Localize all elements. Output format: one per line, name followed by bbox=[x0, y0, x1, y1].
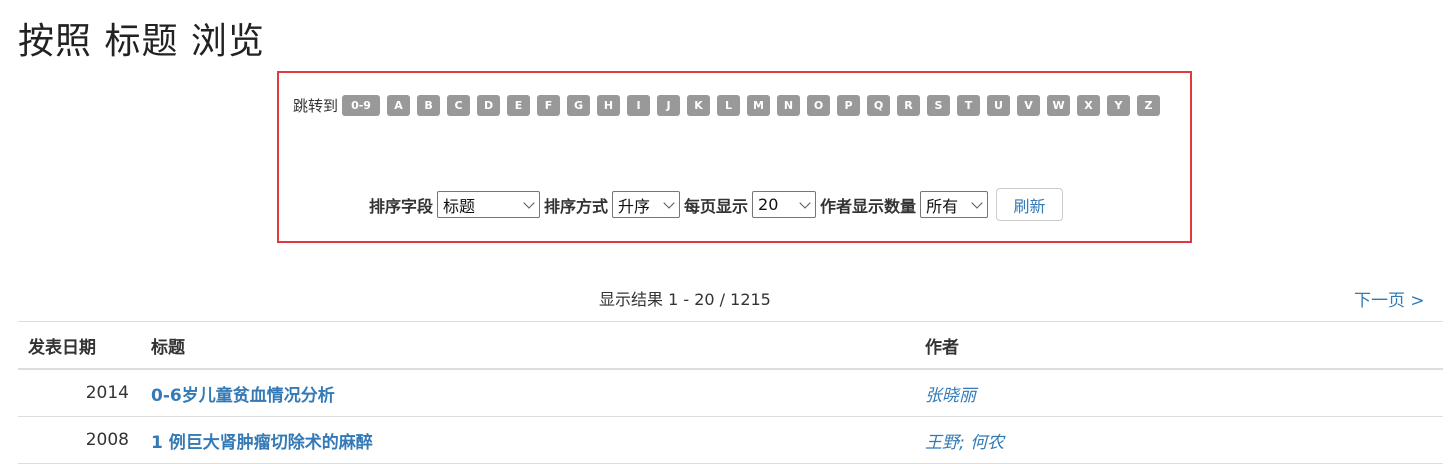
sort-order-value: 升序 bbox=[618, 196, 651, 216]
jump-letter-t[interactable]: T bbox=[957, 95, 981, 116]
per-page-label: 每页显示 bbox=[684, 196, 749, 216]
jump-letter-a[interactable]: A bbox=[387, 95, 411, 116]
jump-letter-0-9[interactable]: 0-9 bbox=[342, 95, 381, 116]
browse-controls-panel: 跳转到 0-9 A B C D E F G H I J K L M N O P … bbox=[277, 71, 1192, 243]
jump-letter-m[interactable]: M bbox=[747, 95, 771, 116]
jump-letter-c[interactable]: C bbox=[447, 95, 471, 116]
jump-letter-d[interactable]: D bbox=[477, 95, 501, 116]
result-count: 显示结果 1 - 20 / 1215 bbox=[599, 290, 771, 309]
jump-letter-r[interactable]: R bbox=[897, 95, 921, 116]
chevron-down-icon bbox=[523, 196, 535, 209]
table-header-row: 发表日期 标题 作者 bbox=[18, 321, 1443, 370]
row-authors[interactable]: 张晓丽 bbox=[925, 369, 1443, 417]
sort-field-value: 标题 bbox=[443, 196, 476, 216]
chevron-down-icon bbox=[663, 196, 675, 209]
jump-letter-p[interactable]: P bbox=[837, 95, 861, 116]
jump-letter-e[interactable]: E bbox=[507, 95, 531, 116]
jump-letter-l[interactable]: L bbox=[717, 95, 741, 116]
chevron-down-icon bbox=[799, 196, 811, 209]
per-page-select[interactable]: 20 bbox=[752, 191, 817, 218]
sort-order-label: 排序方式 bbox=[544, 196, 609, 216]
results-table: 发表日期 标题 作者 2014 0-6岁儿童贫血情况分析 张晓丽 2008 1 … bbox=[18, 321, 1443, 464]
author-count-select[interactable]: 所有 bbox=[920, 191, 989, 218]
jump-letter-g[interactable]: G bbox=[567, 95, 591, 116]
jump-letter-u[interactable]: U bbox=[987, 95, 1011, 116]
sort-order-select[interactable]: 升序 bbox=[612, 191, 681, 218]
sort-field-select[interactable]: 标题 bbox=[437, 191, 541, 218]
per-page-value: 20 bbox=[758, 195, 779, 214]
row-authors[interactable]: 王野; 何农 bbox=[925, 416, 1443, 464]
row-date: 2008 bbox=[18, 416, 151, 464]
jump-letter-w[interactable]: W bbox=[1047, 95, 1071, 116]
row-date: 2014 bbox=[18, 369, 151, 417]
column-header-authors[interactable]: 作者 bbox=[925, 321, 1443, 370]
jump-to-label: 跳转到 bbox=[293, 97, 339, 115]
author-count-value: 所有 bbox=[926, 196, 959, 216]
chevron-down-icon bbox=[971, 196, 983, 209]
jump-letter-s[interactable]: S bbox=[927, 95, 951, 116]
jump-letter-i[interactable]: I bbox=[627, 95, 651, 116]
jump-letter-k[interactable]: K bbox=[687, 95, 711, 116]
column-header-date[interactable]: 发表日期 bbox=[18, 321, 151, 370]
jump-letter-n[interactable]: N bbox=[777, 95, 801, 116]
sort-options-row: 排序字段 标题 排序方式 升序 每页显示 20 作者显示数量 所有 刷新 bbox=[369, 188, 1064, 221]
sort-field-label: 排序字段 bbox=[369, 196, 434, 216]
jump-letter-q[interactable]: Q bbox=[867, 95, 891, 116]
jump-letter-j[interactable]: J bbox=[657, 95, 681, 116]
jump-letter-x[interactable]: X bbox=[1077, 95, 1101, 116]
column-header-title[interactable]: 标题 bbox=[151, 321, 925, 370]
table-row: 2008 1 例巨大肾肿瘤切除术的麻醉 王野; 何农 bbox=[18, 416, 1443, 464]
next-page-link[interactable]: 下一页 > bbox=[1354, 286, 1425, 311]
jump-letter-z[interactable]: Z bbox=[1137, 95, 1161, 116]
jump-letter-h[interactable]: H bbox=[597, 95, 621, 116]
jump-letter-b[interactable]: B bbox=[417, 95, 441, 116]
row-title-link[interactable]: 1 例巨大肾肿瘤切除术的麻醉 bbox=[151, 433, 373, 453]
jump-letter-y[interactable]: Y bbox=[1107, 95, 1131, 116]
jump-letter-f[interactable]: F bbox=[537, 95, 561, 116]
jump-letter-o[interactable]: O bbox=[807, 95, 831, 116]
author-count-label: 作者显示数量 bbox=[820, 196, 917, 216]
row-title-link[interactable]: 0-6岁儿童贫血情况分析 bbox=[151, 386, 335, 406]
jump-letter-v[interactable]: V bbox=[1017, 95, 1041, 116]
page-title: 按照 标题 浏览 bbox=[18, 21, 265, 62]
refresh-button[interactable]: 刷新 bbox=[996, 188, 1064, 221]
table-row: 2014 0-6岁儿童贫血情况分析 张晓丽 bbox=[18, 369, 1443, 417]
jump-to-row: 跳转到 0-9 A B C D E F G H I J K L M N O P … bbox=[293, 95, 1167, 116]
